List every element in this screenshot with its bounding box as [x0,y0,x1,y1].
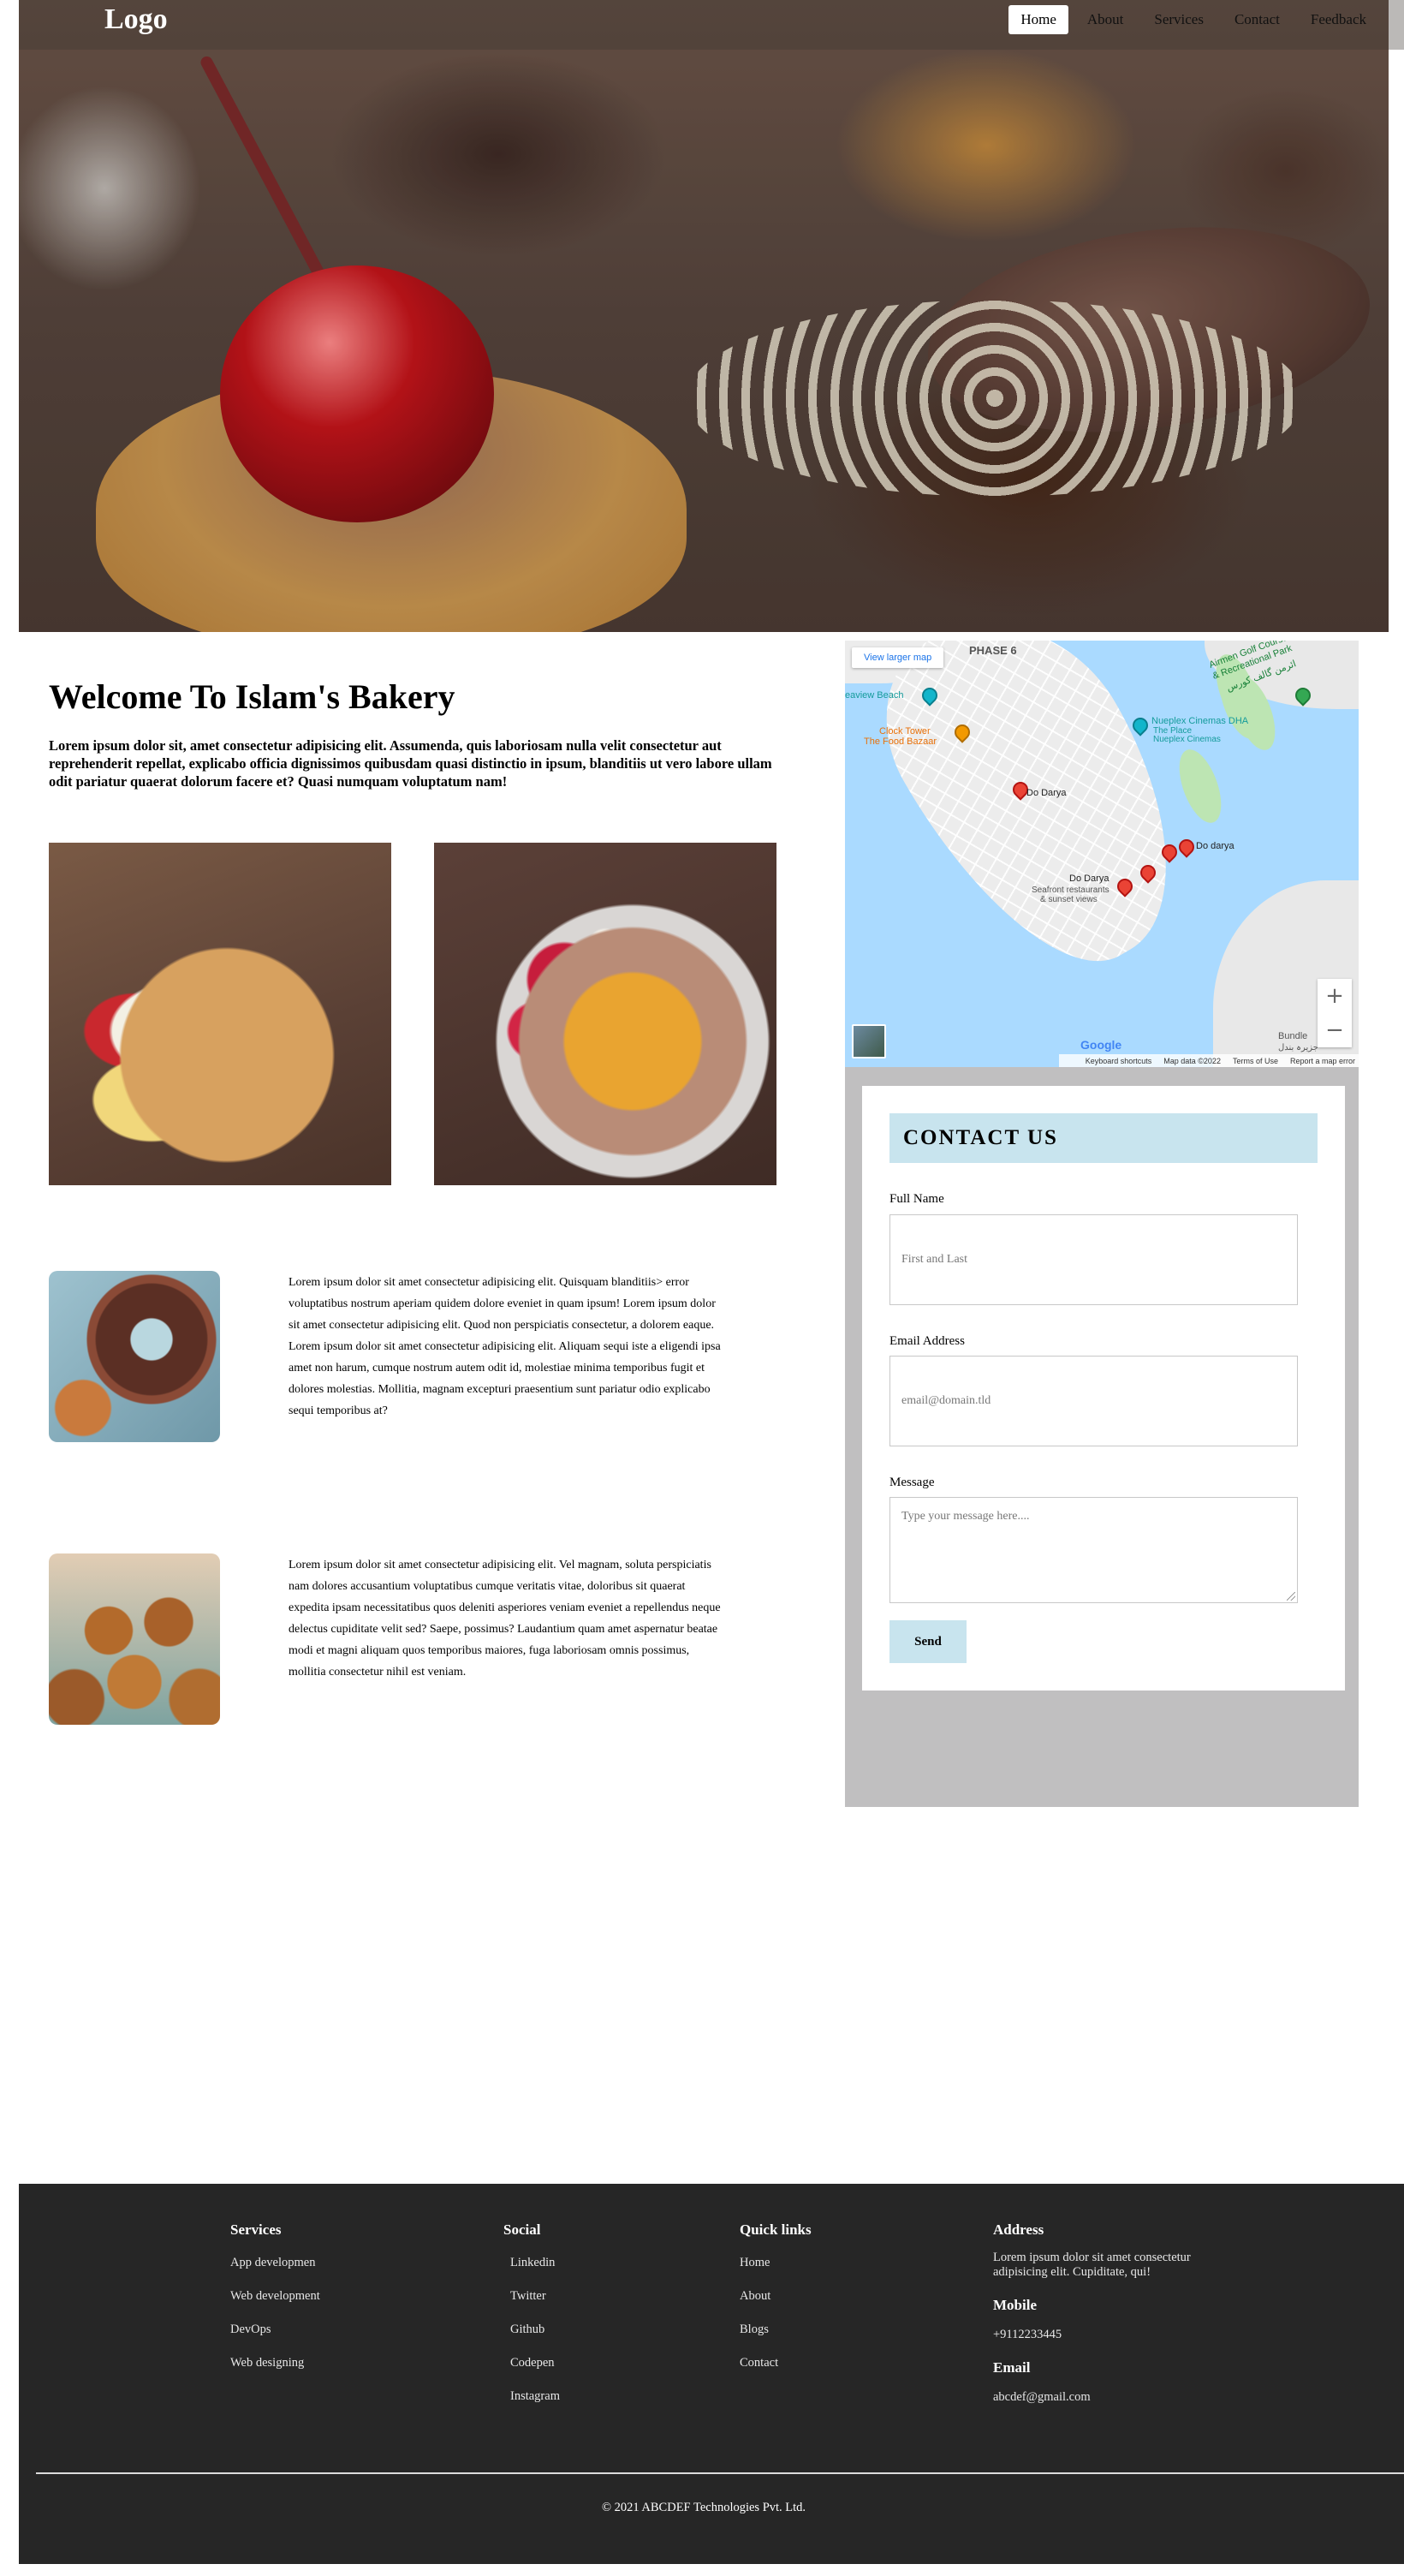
footer-link[interactable]: About [740,2289,812,2323]
mobile-number: +9112233445 [993,2328,1062,2341]
contact-form: CONTACT US Full Name First and Last Emai… [862,1086,1345,1690]
address-text: Lorem ipsum dolor sit amet consectetur a… [993,2251,1191,2279]
message-label: Message [889,1476,935,1489]
cake-slices-image [49,843,391,1185]
map-data-text: Map data ©2022 [1163,1056,1221,1065]
map-pin[interactable] [1129,714,1151,736]
email-address[interactable]: abcdef@gmail.com [993,2390,1224,2405]
hero-overlay [19,0,1389,632]
map-label: Nueplex Cinemas [1153,735,1221,744]
footer-link[interactable]: Twitter [503,2289,560,2323]
footer-link[interactable]: Instagram [503,2389,560,2423]
full-name-label: Full Name [889,1192,944,1206]
map-zoom-control: + − [1318,979,1352,1047]
map-label: The Food Bazaar [864,736,937,747]
google-logo: Google [1080,1038,1122,1052]
nav-links: Home About Services Contact Feedback [1008,5,1378,34]
footer-link[interactable]: Blogs [740,2323,812,2356]
map-label: Bundle [1278,1031,1308,1041]
footer-heading: Services [230,2221,282,2238]
logo[interactable]: Logo [104,3,168,36]
email-placeholder: email@domain.tld [901,1394,991,1407]
map-label: Nueplex Cinemas DHA [1151,716,1249,726]
footer: Services App developmen Web development … [19,2184,1404,2564]
footer-divider [36,2472,1404,2474]
footer-link[interactable]: Codepen [503,2356,560,2389]
contact-title: CONTACT US [889,1113,1318,1163]
nav-services[interactable]: Services [1142,5,1216,34]
send-button[interactable]: Send [889,1620,967,1663]
hero-image [19,0,1389,632]
muffins-thumbnail [49,1553,220,1725]
footer-link[interactable]: Github [503,2323,560,2356]
full-name-placeholder: First and Last [901,1253,967,1266]
map-label: PHASE 6 [969,644,1017,657]
keyboard-shortcuts-link[interactable]: Keyboard shortcuts [1086,1057,1152,1065]
nav-contact[interactable]: Contact [1223,5,1292,34]
message-placeholder: Type your message here.... [901,1510,1030,1523]
map-label: eaview Beach [845,690,904,701]
email-input[interactable]: email@domain.tld [889,1356,1298,1446]
zoom-in-button[interactable]: + [1318,979,1352,1013]
map-city [848,641,1227,1006]
resize-handle[interactable] [1287,1592,1295,1601]
footer-link[interactable]: DevOps [230,2323,320,2356]
terms-link[interactable]: Terms of Use [1233,1057,1278,1065]
footer-link[interactable]: Contact [740,2356,812,2389]
footer-heading: Quick links [740,2221,812,2238]
email-heading: Email [993,2359,1031,2376]
footer-heading: Social [503,2221,541,2238]
chocolate-cake-thumbnail [49,1271,220,1442]
footer-services: Services App developmen Web development … [230,2221,320,2389]
mobile-heading: Mobile [993,2297,1037,2313]
welcome-text: Lorem ipsum dolor sit, amet consectetur … [49,737,772,790]
fruit-tart-image [434,843,776,1185]
footer-link[interactable]: Linkedin [503,2256,560,2289]
report-error-link[interactable]: Report a map error [1290,1057,1355,1065]
nav-feedback[interactable]: Feedback [1299,5,1378,34]
map-pin[interactable] [1175,836,1198,858]
map-footer: Keyboard shortcuts Map data ©2022 Terms … [1059,1054,1359,1067]
copyright: © 2021 ABCDEF Technologies Pvt. Ltd. [601,2501,806,2514]
footer-link[interactable]: Web designing [230,2356,320,2389]
paragraph-2: Lorem ipsum dolor sit amet consectetur a… [289,1559,721,1679]
map-label: & sunset views [1040,895,1098,904]
map-label: Clock Tower [879,726,931,736]
map-label: Do darya [1196,841,1234,851]
map-label: جزیرہ بندل [1278,1043,1318,1052]
footer-social: Social Linkedin Twitter Github Codepen I… [503,2221,560,2423]
zoom-out-button[interactable]: − [1318,1013,1352,1047]
map-park [1170,743,1230,829]
nav-about[interactable]: About [1075,5,1136,34]
footer-address: Address Lorem ipsum dolor sit amet conse… [993,2221,1224,2422]
paragraph-1: Lorem ipsum dolor sit amet consectetur a… [289,1276,721,1417]
footer-heading: Address [993,2221,1044,2238]
footer-link[interactable]: Web development [230,2289,320,2323]
nav-home[interactable]: Home [1008,5,1068,34]
map-label: Do Darya [1069,874,1110,884]
footer-link[interactable]: Home [740,2256,812,2289]
message-textarea[interactable]: Type your message here.... [889,1497,1298,1603]
map-embed[interactable]: PHASE 6 Airmen Golf Course & Recreationa… [845,641,1359,1067]
full-name-input[interactable]: First and Last [889,1214,1298,1305]
email-label: Email Address [889,1334,965,1348]
navbar: Logo Home About Services Contact Feedbac… [19,0,1404,50]
map-label: Do Darya [1026,788,1067,798]
sidebar: PHASE 6 Airmen Golf Course & Recreationa… [845,641,1359,1807]
footer-quick-links: Quick links Home About Blogs Contact [740,2221,812,2389]
satellite-toggle[interactable] [852,1024,886,1058]
footer-link[interactable]: App developmen [230,2256,320,2289]
map-label: Seafront restaurants [1032,886,1110,895]
welcome-title: Welcome To Islam's Bakery [49,677,455,716]
view-larger-map-link[interactable]: View larger map [852,647,944,668]
